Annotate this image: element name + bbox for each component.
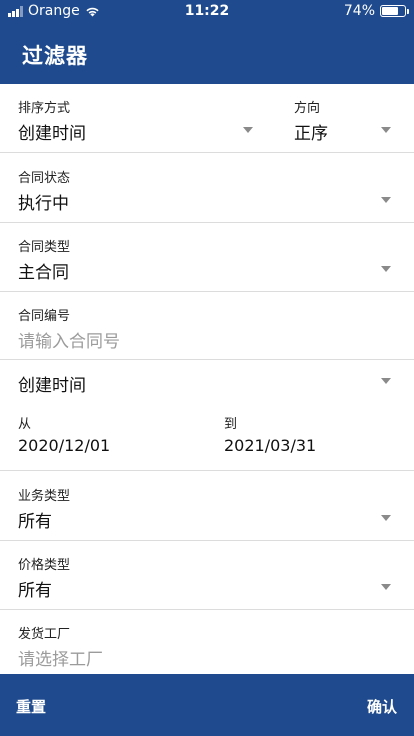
factory-label: 发货工厂 [18,627,71,642]
page-title: 过滤器 [22,44,88,68]
contract-number-input[interactable]: 请输入合同号 [18,327,120,352]
app-header: Orange 11:22 74% 过滤器 [0,0,414,84]
confirm-button[interactable]: 确认 [367,696,397,717]
from-date-picker[interactable]: 2020/12/01 [18,436,110,455]
factory-selector[interactable]: 发货工厂 请选择工厂 [0,610,414,674]
sort-value: 创建时间 [18,124,86,144]
direction-chevron-down-icon [381,127,391,133]
date-field-value: 创建时间 [18,376,86,396]
business-type-dropdown[interactable]: 业务类型 所有 [0,471,414,541]
business-type-chevron-down-icon [381,515,391,521]
business-type-label: 业务类型 [18,489,71,504]
business-type-value: 所有 [18,512,52,532]
date-filter-section: 创建时间 从 2020/12/01 到 2021/03/31 [0,360,414,471]
contract-number-label: 合同编号 [18,309,71,324]
reset-button[interactable]: 重置 [16,696,46,717]
contract-status-label: 合同状态 [18,171,71,186]
direction-dropdown[interactable]: 正序 [280,114,414,146]
price-type-value: 所有 [18,581,52,601]
battery-percent: 74% [343,3,375,19]
to-date-picker[interactable]: 2021/03/31 [224,436,316,455]
contract-type-chevron-down-icon [381,266,391,272]
sort-dropdown[interactable]: 创建时间 [0,114,270,146]
direction-value: 正序 [294,124,328,144]
contract-type-value: 主合同 [18,263,69,283]
contract-type-dropdown[interactable]: 合同类型 主合同 [0,223,414,292]
battery-icon [380,5,409,17]
footer-bar: 重置 确认 [0,674,414,736]
date-field-chevron-down-icon [381,378,391,384]
price-type-chevron-down-icon [381,584,391,590]
contract-number-section: 合同编号 请输入合同号 [0,292,414,360]
from-label: 从 [18,417,32,432]
sort-chevron-down-icon [243,127,253,133]
contract-status-dropdown[interactable]: 合同状态 执行中 [0,153,414,223]
contract-status-chevron-down-icon [381,197,391,203]
contract-type-label: 合同类型 [18,240,71,255]
factory-placeholder: 请选择工厂 [18,650,103,670]
contract-status-value: 执行中 [18,194,69,214]
price-type-label: 价格类型 [18,558,71,573]
status-bar: Orange 11:22 74% [0,0,414,24]
date-field-dropdown[interactable]: 创建时间 [0,360,414,402]
to-label: 到 [224,417,238,432]
price-type-dropdown[interactable]: 价格类型 所有 [0,541,414,610]
sort-section: 排序方式 创建时间 方向 正序 [0,84,414,153]
